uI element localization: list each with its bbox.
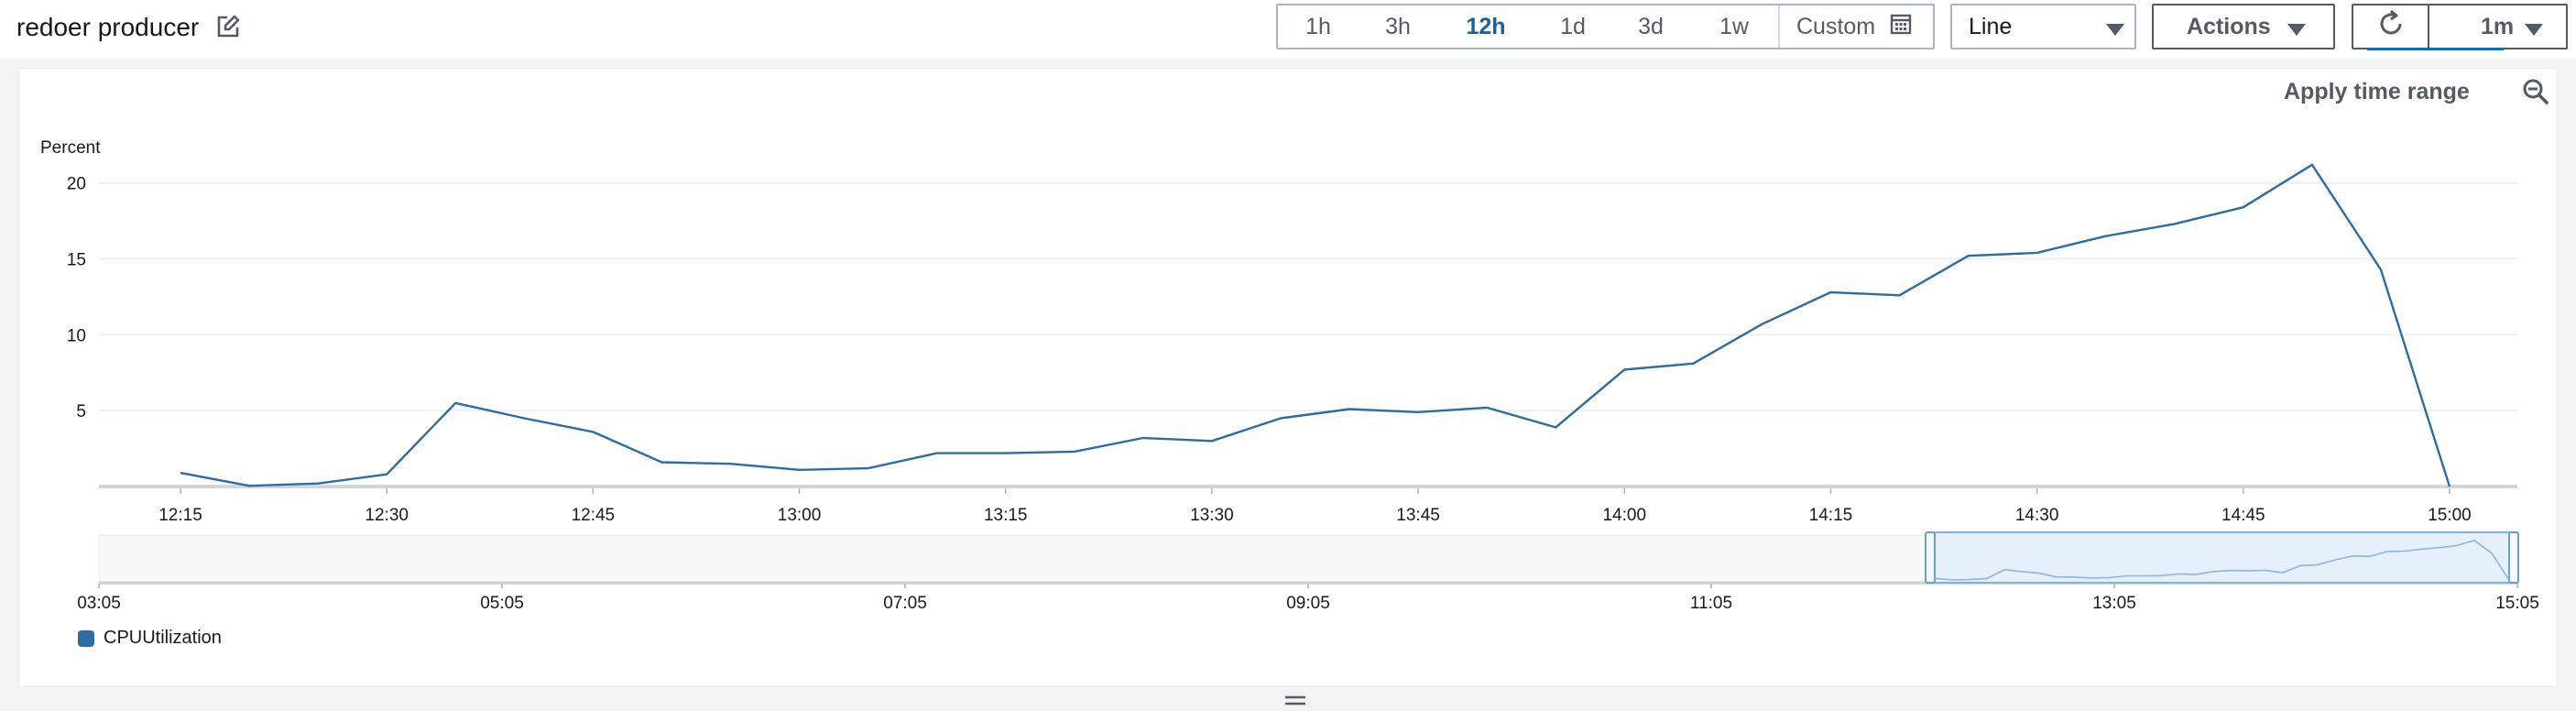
series-point [1347,407,1352,412]
series-point [1897,292,1903,298]
series-point [1828,290,1833,295]
x-tick-label: 14:45 [2221,506,2265,525]
series-point [727,461,733,466]
series-point [1484,405,1490,410]
series-point [2378,267,2384,272]
series-point [934,451,940,456]
series-point [246,483,252,488]
series-point [2309,162,2315,168]
overview-tick-label: 03:05 [77,594,121,613]
overview-tick-label: 15:05 [2495,594,2539,613]
x-tick-label: 14:00 [1602,506,1646,525]
series-point [1690,361,1696,366]
series-point [384,472,389,477]
resize-handle-icon[interactable] [1285,695,1305,711]
overview-tick-label: 05:05 [480,594,524,613]
y-tick-label: 5 [76,402,86,421]
series-point [797,467,802,473]
series-point [866,465,871,471]
series-point [1759,322,1764,327]
series-point [1966,253,1971,258]
overview-navigator[interactable]: 03:05 05:05 07:05 09:05 11:05 13:05 15:05 [77,531,2539,613]
series-point [2172,221,2178,226]
series-point [1141,435,1146,441]
y-axis-label: Percent [40,138,101,158]
series-point [2241,204,2246,210]
series-point [1278,415,1283,421]
overview-right-handle[interactable] [2508,531,2519,584]
series-point [1553,424,1558,430]
x-tick-label: 12:30 [365,506,409,525]
series-point [1621,366,1627,372]
series-point [1415,410,1421,415]
cpu-chart: Percent 5 10 15 20 12:15 12:30 12:45 13:00 13:1… [40,138,2539,613]
x-tick-label: 13:15 [984,506,1028,525]
series-point [2447,484,2452,489]
x-tick-label: 15:00 [2428,506,2472,525]
x-tick-label: 12:15 [158,506,202,525]
legend-item-cpu-utilization[interactable]: CPUUtilization [78,628,222,649]
overview-tick-label: 11:05 [1690,594,1732,613]
series-point [315,481,321,487]
x-tick-label: 13:00 [778,506,822,525]
series-point [1072,449,1077,454]
y-tick-label: 15 [67,251,86,270]
y-tick-label: 20 [67,175,86,194]
series-point [2103,234,2109,239]
series-point [2035,250,2040,256]
overview-tick-label: 07:05 [883,594,927,613]
overview-tick-label: 09:05 [1286,594,1330,613]
legend-label: CPUUtilization [104,628,222,648]
series-point [521,415,527,421]
y-tick-label: 10 [67,326,86,345]
x-tick-label: 13:30 [1190,506,1234,525]
series-point [590,429,595,434]
series-point [659,459,664,465]
x-tick-label: 12:45 [572,506,616,525]
cpu-utilization-series-line [180,163,2451,487]
overview-tick-label: 13:05 [2092,594,2136,613]
series-point [1209,438,1215,443]
overview-selected-window[interactable] [1926,531,2518,584]
series-point [1003,451,1009,456]
x-tick-label: 13:45 [1396,506,1440,525]
legend-swatch [78,629,94,647]
series-point [178,470,183,476]
series-point [453,400,458,406]
overview-left-handle[interactable] [1925,531,1936,584]
x-tick-label: 14:15 [1809,506,1853,525]
x-tick-label: 14:30 [2015,506,2059,525]
